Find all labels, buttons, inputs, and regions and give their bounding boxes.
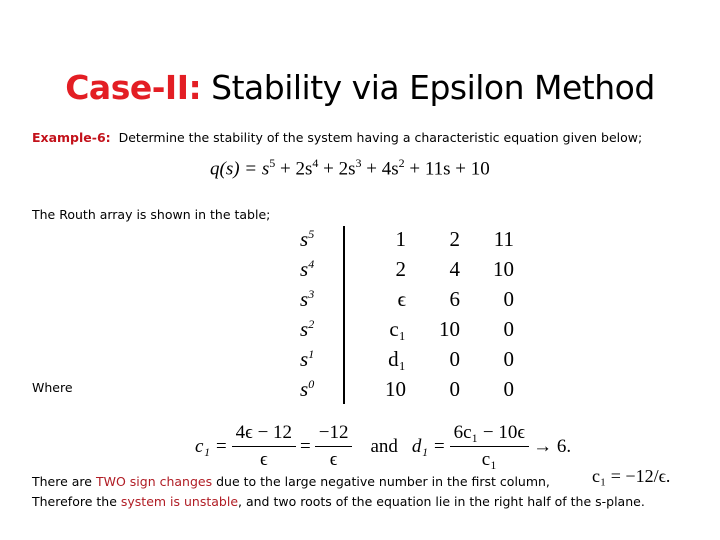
characteristic-equation: q(s) = s5 + 2s4 + 2s3 + 4s2 + 11s + 10 xyxy=(210,156,490,180)
title-text: Stability via Epsilon Method xyxy=(201,68,655,107)
routh-cell: 0 xyxy=(449,376,461,401)
c1-denominator: ϵ xyxy=(259,449,268,470)
where-label: Where xyxy=(32,380,73,395)
title-case-label: Case-II: xyxy=(65,68,202,107)
routh-intro: The Routh array is shown in the table; xyxy=(32,207,271,222)
routh-row: s0 10 0 0 xyxy=(300,374,518,404)
routh-row: s2 c₁ 10 0 xyxy=(300,314,518,344)
c1-fraction-simplified: −12 ϵ xyxy=(314,422,353,471)
routh-row: s5 1 2 11 xyxy=(300,224,518,254)
conclusion-line-2: Therefore the system is unstable, and tw… xyxy=(32,494,645,509)
routh-array: s5 1 2 11 s4 2 4 10 s3 ϵ 6 0 s2 c₁ 10 0 s1 d₁ 0 0 s0 10 0… xyxy=(300,224,518,404)
routh-cell: 2 xyxy=(449,226,461,251)
c1-numerator: −12 xyxy=(314,422,353,447)
d1-numerator: 6c₁ − 10ϵ xyxy=(449,422,530,447)
eq-term: + 4s xyxy=(361,158,399,180)
c1-numerator: 4ϵ − 12 xyxy=(231,422,297,447)
routh-cell: 10 xyxy=(439,316,460,341)
routh-cell: 0 xyxy=(503,286,515,311)
conclusion-line-1: There are TWO sign changes due to the la… xyxy=(32,474,550,489)
epsilon-formulas: c₁ = 4ϵ − 12 ϵ = −12 ϵ and d₁ = 6c₁ − 10ϵ c… xyxy=(195,422,571,471)
routh-power: s3 xyxy=(300,286,315,311)
routh-row: s1 d₁ 0 0 xyxy=(300,344,518,374)
d1-fraction: 6c₁ − 10ϵ c₁ xyxy=(449,422,530,471)
sign-changes-highlight: TWO sign changes xyxy=(95,474,213,489)
and-word: and xyxy=(370,435,398,457)
routh-cell: 0 xyxy=(503,346,515,371)
routh-cell: 1 xyxy=(395,226,407,251)
eq-term: + 2s xyxy=(275,158,313,180)
unstable-highlight: system is unstable xyxy=(120,494,239,509)
equals-sign: = xyxy=(300,435,311,457)
example-label: Example-6: xyxy=(32,130,111,145)
c1-fraction: 4ϵ − 12 ϵ xyxy=(231,422,297,471)
routh-power: s5 xyxy=(300,226,315,251)
eq-lhs: q(s) = xyxy=(210,158,262,180)
routh-cell: 10 xyxy=(493,256,514,281)
routh-cell: 0 xyxy=(449,346,461,371)
c1-lhs: c₁ = xyxy=(195,435,228,457)
d1-lhs: d₁ = xyxy=(411,435,446,457)
routh-divider xyxy=(343,226,345,404)
routh-cell: 11 xyxy=(493,226,514,251)
routh-row: s3 ϵ 6 0 xyxy=(300,284,518,314)
c1-value: c₁ = −12/ϵ. xyxy=(592,466,671,486)
c1-denominator: ϵ xyxy=(329,449,338,470)
routh-cell: d₁ xyxy=(388,346,406,371)
routh-power: s4 xyxy=(300,256,315,281)
routh-cell: 4 xyxy=(449,256,461,281)
d1-denominator: c₁ xyxy=(481,449,497,470)
eq-term: + 2s xyxy=(318,158,356,180)
routh-power: s0 xyxy=(300,376,315,401)
slide-title: Case-II: Stability via Epsilon Method xyxy=(0,68,720,107)
example-text: Determine the stability of the system ha… xyxy=(118,130,643,145)
example-statement: Example-6: Determine the stability of th… xyxy=(32,130,642,145)
routh-cell: c₁ xyxy=(389,316,406,341)
routh-cell: 6 xyxy=(449,286,461,311)
routh-cell: 0 xyxy=(503,316,515,341)
routh-cell: 10 xyxy=(385,376,406,401)
routh-cell: 2 xyxy=(395,256,407,281)
routh-power: s2 xyxy=(300,316,315,341)
d1-limit: → 6. xyxy=(533,435,572,457)
routh-row: s4 2 4 10 xyxy=(300,254,518,284)
routh-cell: 0 xyxy=(503,376,515,401)
routh-cell: ϵ xyxy=(397,286,406,311)
eq-term: + 11s + 10 xyxy=(404,158,490,180)
routh-power: s1 xyxy=(300,346,315,371)
